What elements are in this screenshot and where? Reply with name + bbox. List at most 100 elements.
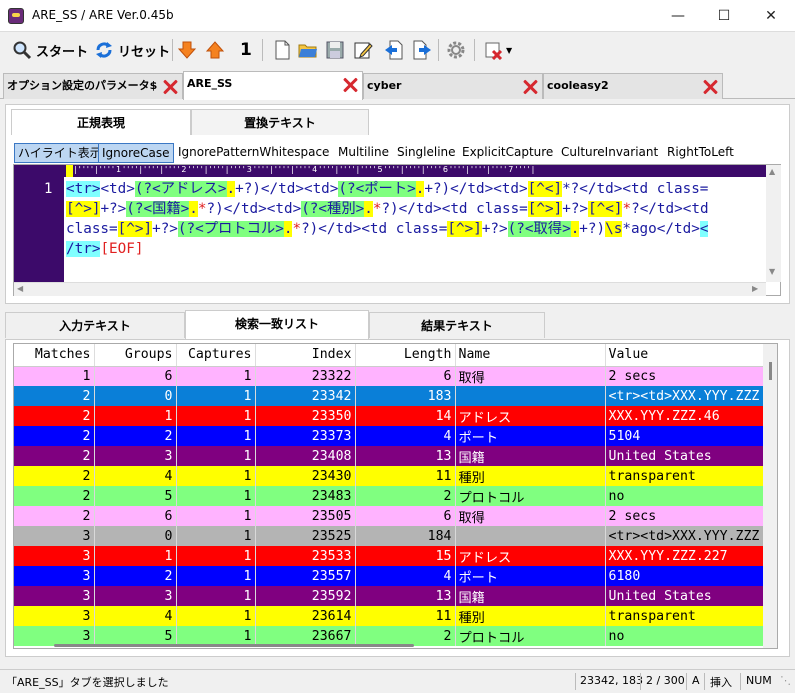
ignorecase-toggle[interactable]: IgnoreCase bbox=[98, 143, 174, 163]
editor-vertical-scrollbar[interactable]: ▲ ▼ bbox=[766, 165, 781, 282]
grid-horizontal-scroll-thumb[interactable] bbox=[54, 644, 414, 647]
cell-captures: 1 bbox=[176, 626, 256, 646]
cell-matches: 2 bbox=[14, 506, 95, 526]
cell-captures: 1 bbox=[176, 606, 256, 626]
cell-value: transparent bbox=[605, 606, 765, 626]
col-groups[interactable]: Groups bbox=[94, 344, 177, 367]
multiline-toggle[interactable]: Multiline bbox=[335, 143, 392, 163]
table-row[interactable]: 3 2 1 23557 4 ポート 6180 bbox=[14, 566, 765, 586]
cell-index: 23408 bbox=[255, 446, 356, 466]
doc-tab-are-ss[interactable]: ARE_SS bbox=[183, 71, 363, 100]
ignorepatternwhitespace-toggle[interactable]: IgnorePatternWhitespace bbox=[175, 143, 332, 163]
cell-length: 183 bbox=[355, 386, 456, 406]
scroll-up-icon[interactable]: ▲ bbox=[769, 167, 775, 176]
next-down-button[interactable] bbox=[177, 37, 197, 63]
cell-value: United States bbox=[605, 586, 765, 606]
table-row[interactable]: 2 6 1 23505 6 取得 2 secs bbox=[14, 506, 765, 526]
scroll-right-icon[interactable]: ▶ bbox=[752, 284, 758, 293]
editor-horizontal-scrollbar[interactable]: ◀ ▶ bbox=[14, 282, 766, 296]
insert-mode: 挿入 bbox=[710, 676, 732, 689]
col-value[interactable]: Value bbox=[605, 344, 765, 367]
col-matches[interactable]: Matches bbox=[14, 344, 95, 367]
cell-length: 14 bbox=[355, 406, 456, 426]
minimize-button[interactable]: — bbox=[655, 0, 701, 32]
reset-button[interactable]: リセット bbox=[94, 37, 170, 63]
table-row[interactable]: 3 5 1 23667 2 プロトコル no bbox=[14, 626, 765, 646]
table-row[interactable]: 2 1 1 23350 14 アドレス XXX.YYY.ZZZ.46 bbox=[14, 406, 765, 426]
cell-captures: 1 bbox=[176, 506, 256, 526]
cell-length: 2 bbox=[355, 626, 456, 646]
table-row[interactable]: 2 0 1 23342 183 <tr><td>XXX.YYY.ZZZ bbox=[14, 386, 765, 406]
refresh-icon bbox=[96, 42, 112, 58]
table-row[interactable]: 3 3 1 23592 13 国籍 United States bbox=[14, 586, 765, 606]
grid-scroll-thumb[interactable] bbox=[769, 362, 772, 380]
cell-value: 6180 bbox=[605, 566, 765, 586]
chevron-down-icon: ▼ bbox=[506, 45, 513, 55]
cell-length: 6 bbox=[355, 366, 456, 386]
start-button[interactable]: スタート bbox=[12, 37, 88, 63]
close-window-button[interactable]: ✕ bbox=[748, 0, 794, 32]
match-grid[interactable]: Matches Groups Captures Index Length Nam… bbox=[13, 343, 778, 649]
window-title: ARE_SS / ARE Ver.0.45b bbox=[32, 8, 174, 22]
table-row[interactable]: 2 5 1 23483 2 プロトコル no bbox=[14, 486, 765, 506]
export-button[interactable] bbox=[412, 37, 432, 63]
table-row[interactable]: 3 1 1 23533 15 アドレス XXX.YYY.ZZZ.227 bbox=[14, 546, 765, 566]
regex-editor[interactable]: 1 |''''|''''1''''|''''|''''2''''|''''|''… bbox=[13, 164, 781, 296]
close-icon[interactable] bbox=[342, 77, 358, 93]
import-button[interactable] bbox=[384, 37, 404, 63]
cell-captures: 1 bbox=[176, 526, 256, 546]
close-icon[interactable] bbox=[702, 79, 718, 95]
close-icon[interactable] bbox=[522, 79, 538, 95]
cell-name: 種別 bbox=[455, 466, 606, 486]
status-divider bbox=[704, 673, 705, 690]
edit-button[interactable] bbox=[353, 37, 373, 63]
cell-matches: 3 bbox=[14, 526, 95, 546]
tab-replace-text[interactable]: 置換テキスト bbox=[191, 109, 369, 135]
doc-tab-options[interactable]: オプション設定のパラメータ$ bbox=[3, 73, 183, 99]
cell-index: 23505 bbox=[255, 506, 356, 526]
cell-name: アドレス bbox=[455, 406, 606, 426]
table-row[interactable]: 3 0 1 23525 184 <tr><td>XXX.YYY.ZZZ bbox=[14, 526, 765, 546]
table-row[interactable]: 3 4 1 23614 11 種別 transparent bbox=[14, 606, 765, 626]
open-folder-button[interactable] bbox=[298, 37, 318, 63]
cell-name: 取得 bbox=[455, 506, 606, 526]
maximize-button[interactable]: ☐ bbox=[701, 0, 747, 32]
save-button[interactable] bbox=[325, 37, 345, 63]
cell-captures: 1 bbox=[176, 366, 256, 386]
scroll-down-icon[interactable]: ▼ bbox=[769, 267, 775, 276]
cell-captures: 1 bbox=[176, 546, 256, 566]
settings-button[interactable] bbox=[446, 37, 466, 63]
highlight-toggle[interactable]: ハイライト表示 bbox=[14, 143, 106, 163]
righttoleft-toggle[interactable]: RightToLeft bbox=[664, 143, 737, 163]
new-file-button[interactable] bbox=[272, 37, 292, 63]
tab-regex[interactable]: 正規表現 bbox=[11, 109, 191, 135]
cell-name: ポート bbox=[455, 566, 606, 586]
col-captures[interactable]: Captures bbox=[176, 344, 256, 367]
table-row[interactable]: 2 3 1 23408 13 国籍 United States bbox=[14, 446, 765, 466]
scroll-left-icon[interactable]: ◀ bbox=[17, 284, 23, 293]
cell-index: 23373 bbox=[255, 426, 356, 446]
explicitcapture-toggle[interactable]: ExplicitCapture bbox=[459, 143, 556, 163]
status-message: 「ARE_SS」タブを選択しました bbox=[6, 676, 169, 689]
prev-up-button[interactable] bbox=[205, 37, 225, 63]
table-row[interactable]: 1 6 1 23322 6 取得 2 secs bbox=[14, 366, 765, 386]
close-icon[interactable] bbox=[162, 79, 178, 95]
doc-tab-cooleasy2[interactable]: cooleasy2 bbox=[543, 73, 723, 99]
cultureinvariant-toggle[interactable]: CultureInvariant bbox=[558, 143, 661, 163]
match-table: Matches Groups Captures Index Length Nam… bbox=[14, 344, 765, 646]
table-row[interactable]: 2 4 1 23430 11 種別 transparent bbox=[14, 466, 765, 486]
tab-input-text[interactable]: 入力テキスト bbox=[5, 312, 185, 338]
singleline-toggle[interactable]: Singleline bbox=[394, 143, 459, 163]
col-length[interactable]: Length bbox=[355, 344, 456, 367]
col-name[interactable]: Name bbox=[455, 344, 606, 367]
grid-vertical-scrollbar[interactable] bbox=[763, 344, 777, 648]
table-row[interactable]: 2 2 1 23373 4 ポート 5104 bbox=[14, 426, 765, 446]
doc-tab-cyber[interactable]: cyber bbox=[363, 73, 543, 99]
col-index[interactable]: Index bbox=[255, 344, 356, 367]
close-tab-dropdown-button[interactable]: ▼ bbox=[484, 37, 512, 63]
tab-match-list[interactable]: 検索一致リスト bbox=[185, 310, 369, 340]
regex-code[interactable]: <tr><td>(?<アドレス>.+?)</td><td>(?<ポート>.+?)… bbox=[66, 179, 764, 259]
tab-result-text[interactable]: 結果テキスト bbox=[369, 312, 545, 338]
resize-grip-icon[interactable]: ⋱ bbox=[780, 674, 791, 687]
cell-captures: 1 bbox=[176, 466, 256, 486]
